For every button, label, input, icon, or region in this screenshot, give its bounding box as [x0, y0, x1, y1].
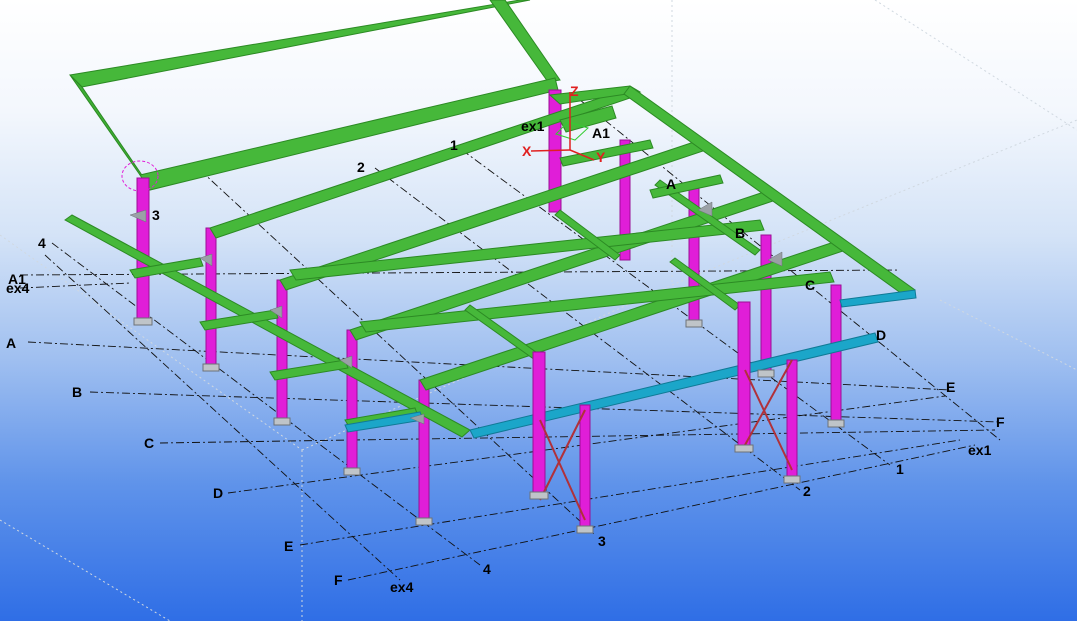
steel-structure-scene[interactable]: X Y Z 1 2 3 4 A1 ex4 A B C D E F ex4 4 3…	[0, 0, 1077, 621]
grid-label: 4	[38, 235, 46, 251]
grid-label: 3	[152, 207, 160, 223]
grid-label: C	[805, 277, 815, 293]
grid-label: D	[876, 327, 886, 343]
grid-label: 4	[483, 561, 491, 577]
grid-label: B	[735, 225, 745, 241]
grid-label: E	[946, 379, 955, 395]
grid-label: ex1	[521, 118, 545, 134]
grid-label: F	[996, 414, 1005, 430]
grid-label: B	[72, 384, 82, 400]
grid-label: A	[666, 176, 676, 192]
grid-label: 2	[803, 483, 811, 499]
grid-label: C	[144, 435, 154, 451]
x-axis-label: X	[522, 143, 532, 159]
grid-label: E	[284, 538, 293, 554]
grid-label: ex4	[6, 280, 30, 296]
grid-label: 1	[450, 137, 458, 153]
grid-label: F	[334, 572, 343, 588]
grid-label: A1	[592, 125, 610, 141]
grid-label: ex4	[390, 579, 414, 595]
y-axis-label: Y	[596, 149, 606, 165]
z-axis-label: Z	[570, 83, 579, 99]
grid-label: 3	[598, 533, 606, 549]
grid-label: 2	[357, 159, 365, 175]
model-viewport-3d[interactable]: X Y Z 1 2 3 4 A1 ex4 A B C D E F ex4 4 3…	[0, 0, 1077, 621]
grid-label: D	[213, 485, 223, 501]
grid-label: ex1	[968, 442, 992, 458]
grid-label: 1	[896, 461, 904, 477]
grid-label: A	[6, 335, 16, 351]
columns-left	[136, 177, 430, 523]
